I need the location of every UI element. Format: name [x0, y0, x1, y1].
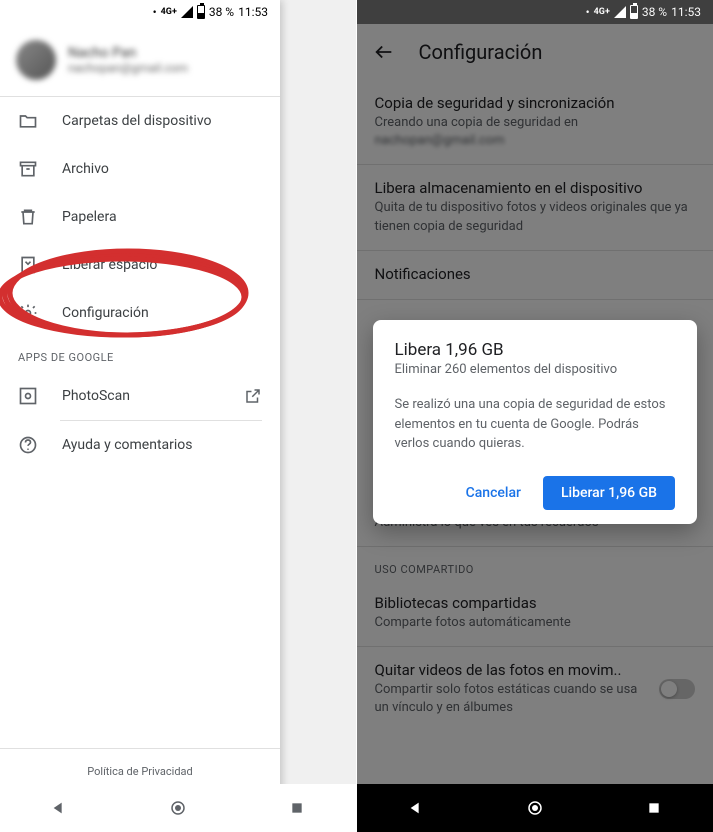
profile-email: nachopan@gmail.com: [68, 61, 188, 75]
trash-icon: [18, 207, 38, 227]
nav-back[interactable]: [49, 798, 69, 818]
nav-bar: [357, 784, 713, 832]
menu-archive[interactable]: Archivo: [0, 145, 280, 193]
free-space-icon: [18, 255, 38, 275]
menu-trash[interactable]: Papelera: [0, 193, 280, 241]
cancel-button[interactable]: Cancelar: [456, 477, 531, 509]
free-space-dialog: Libera 1,96 GB Eliminar 260 elementos de…: [373, 320, 698, 524]
avatar: [16, 40, 56, 80]
nav-bar: [0, 784, 357, 832]
dialog-body: Se realizó una una copia de seguridad de…: [395, 395, 676, 454]
help-icon: [18, 435, 38, 455]
menu-help[interactable]: Ayuda y comentarios: [0, 421, 280, 469]
nav-home[interactable]: [525, 798, 545, 818]
nav-recent[interactable]: [287, 798, 307, 818]
photoscan-icon: [18, 386, 38, 406]
external-link-icon: [244, 387, 262, 405]
status-bar: • 4G+ 38 % 11:53: [357, 0, 713, 24]
privacy-link[interactable]: Política de Privacidad: [16, 765, 264, 778]
archive-icon: [18, 159, 38, 179]
status-bar: • 4G+ 38 % 11:53: [0, 0, 280, 24]
profile-name: Nacho Pan: [68, 45, 188, 61]
section-google-apps: APPS DE GOOGLE: [0, 337, 280, 372]
gear-icon: [18, 303, 38, 323]
folder-icon: [18, 111, 38, 131]
nav-home[interactable]: [168, 798, 188, 818]
menu-photoscan[interactable]: PhotoScan: [0, 372, 280, 420]
nav-recent[interactable]: [644, 798, 664, 818]
menu-device-folders[interactable]: Carpetas del dispositivo: [0, 97, 280, 145]
dialog-title: Libera 1,96 GB: [395, 340, 676, 360]
profile-section[interactable]: Nacho Pan nachopan@gmail.com: [0, 24, 280, 96]
menu-free-space[interactable]: Liberar espacio: [0, 241, 280, 289]
dialog-subtitle: Eliminar 260 elementos del dispositivo: [395, 362, 676, 377]
nav-back[interactable]: [406, 798, 426, 818]
confirm-button[interactable]: Liberar 1,96 GB: [543, 476, 675, 510]
menu-settings[interactable]: Configuración: [0, 289, 280, 337]
